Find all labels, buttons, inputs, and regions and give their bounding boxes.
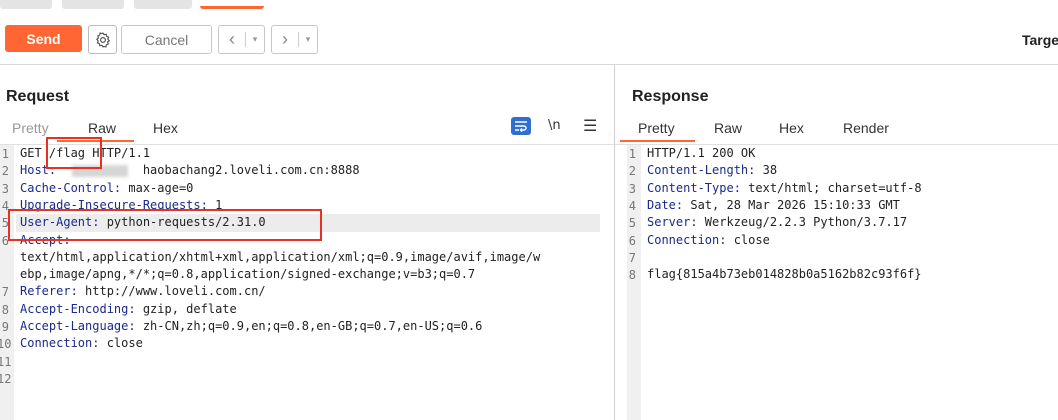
request-title: Request <box>6 88 70 105</box>
show-newlines-toggle[interactable]: \n <box>548 118 561 133</box>
request-line-number: 8 <box>1 302 9 317</box>
response-tab-raw[interactable]: Raw <box>714 120 742 136</box>
wrap-lines-button[interactable] <box>511 117 531 135</box>
back-button[interactable]: ‹ ▾ <box>218 25 265 54</box>
header-value: close <box>726 232 770 247</box>
response-line[interactable]: Date: Sat, 28 Mar 2026 15:10:33 GMT <box>647 197 900 214</box>
request-tab-pretty[interactable]: Pretty <box>12 120 49 136</box>
response-line-number: 6 <box>628 233 636 248</box>
response-line-number: 2 <box>628 164 636 179</box>
annotation-box-flag-path <box>46 137 102 169</box>
response-line[interactable]: Connection: close <box>647 232 770 249</box>
request-line-number: 12 <box>0 371 12 386</box>
line-text: GET <box>20 146 42 160</box>
header-name: Accept-Encoding: <box>20 301 136 316</box>
cancel-button[interactable]: Cancel <box>121 25 212 54</box>
word-wrap-icon <box>515 121 527 132</box>
header-name: Date: <box>647 197 684 212</box>
response-line-number: 4 <box>628 198 636 213</box>
header-name: Server: <box>647 215 698 230</box>
chevron-right-icon: › <box>282 29 288 49</box>
request-line-number: 1 <box>1 147 9 161</box>
request-tab-raw[interactable]: Raw <box>88 120 116 136</box>
request-line[interactable]: Connection: close <box>20 335 143 352</box>
request-line-number: 11 <box>0 354 12 369</box>
response-line-number: 7 <box>628 250 636 265</box>
request-line[interactable]: text/html,application/xhtml+xml,applicat… <box>20 249 540 266</box>
response-line-number: 5 <box>628 216 636 231</box>
request-line[interactable]: Cache-Control: max-age=0 <box>20 180 193 197</box>
request-line-number: 7 <box>1 285 9 300</box>
repeater-toolbar: Send Cancel ‹ ▾ › ▾ Targe <box>0 12 1058 65</box>
gear-icon <box>95 31 110 48</box>
chevron-left-icon: ‹ <box>229 29 235 49</box>
response-tab-hex[interactable]: Hex <box>779 120 804 136</box>
top-tab-active[interactable] <box>200 0 264 9</box>
header-value: text/html; charset=utf-8 <box>740 180 922 195</box>
header-value: ebp,image/apng,*/*;q=0.8,application/sig… <box>20 267 476 282</box>
menu-icon[interactable]: ☰ <box>583 116 597 136</box>
response-tab-pretty[interactable]: Pretty <box>638 120 675 136</box>
header-value: max-age=0 <box>121 180 194 195</box>
forward-button[interactable]: › ▾ <box>271 25 318 54</box>
response-line[interactable]: flag{815a4b73eb014828b0a5162b82c93f6f} <box>647 266 922 283</box>
request-line[interactable]: Referer: http://www.loveli.com.cn/ <box>20 283 266 300</box>
request-line[interactable]: Accept-Language: zh-CN,zh;q=0.9,en;q=0.8… <box>20 318 482 335</box>
target-label[interactable]: Targe <box>1022 32 1058 48</box>
active-tab-indicator <box>620 140 695 142</box>
request-line[interactable]: Accept-Encoding: gzip, deflate <box>20 301 237 318</box>
header-value: gzip, deflate <box>135 301 237 316</box>
header-value: zh-CN,zh;q=0.9,en;q=0.8,en-GB;q=0.7,en-U… <box>135 319 483 333</box>
top-tab[interactable] <box>0 0 52 9</box>
top-tab[interactable] <box>134 0 192 9</box>
header-value: http://www.loveli.com.cn/ <box>77 284 266 299</box>
response-tab-render[interactable]: Render <box>843 120 889 136</box>
header-name: Connection: <box>647 232 727 247</box>
header-name: Accept-Language: <box>20 319 136 333</box>
request-line-number: 3 <box>1 181 9 196</box>
header-value: text/html,application/xhtml+xml,applicat… <box>20 249 541 264</box>
line-text: flag{815a4b73eb014828b0a5162b82c93f6f} <box>647 267 922 282</box>
request-tab-hex[interactable]: Hex <box>153 120 178 136</box>
header-name: Content-Length: <box>647 163 756 178</box>
request-line-number: 9 <box>1 320 9 334</box>
dropdown-caret-icon[interactable]: ▾ <box>246 34 264 45</box>
header-value: close <box>99 336 143 351</box>
header-name: Content-Type: <box>647 180 741 195</box>
response-line-number: 3 <box>628 181 636 196</box>
dropdown-caret-icon[interactable]: ▾ <box>299 34 317 45</box>
top-tab[interactable] <box>62 0 124 9</box>
send-button[interactable]: Send <box>5 25 82 52</box>
header-name: Connection: <box>20 336 100 351</box>
response-line[interactable]: Content-Type: text/html; charset=utf-8 <box>647 180 922 197</box>
settings-button[interactable] <box>88 25 117 54</box>
header-value: Sat, 28 Mar 2026 15:10:33 GMT <box>683 197 900 212</box>
response-line[interactable]: Server: Werkzeug/2.2.3 Python/3.7.17 <box>647 214 907 231</box>
request-line-number: 10 <box>0 337 12 352</box>
response-line[interactable]: HTTP/1.1 200 OK <box>647 145 755 162</box>
panel-divider[interactable] <box>614 65 615 420</box>
header-value: Werkzeug/2.2.3 Python/3.7.17 <box>697 215 908 230</box>
annotation-box-user-agent <box>8 209 322 241</box>
line-text: HTTP/1.1 200 OK <box>647 146 756 160</box>
request-line[interactable]: ebp,image/apng,*/*;q=0.8,application/sig… <box>20 266 475 283</box>
header-name: Referer: <box>20 284 78 299</box>
header-name: Cache-Control: <box>20 180 122 195</box>
response-line-number: 1 <box>628 147 636 161</box>
response-line-number: 8 <box>628 268 636 283</box>
response-title: Response <box>632 88 709 105</box>
request-line-number: 2 <box>1 164 9 179</box>
header-value: 38 <box>755 163 778 178</box>
response-line[interactable]: Content-Length: 38 <box>647 162 777 179</box>
